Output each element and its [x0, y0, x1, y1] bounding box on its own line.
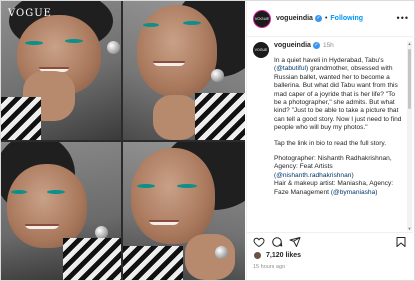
scrollbar[interactable]: ▲ ▼ — [407, 41, 412, 231]
caption-time[interactable]: 15h — [323, 42, 334, 49]
photo-tile-2 — [123, 1, 245, 140]
mention-link[interactable]: (@nishanth.radhakrishnan) — [274, 172, 354, 179]
likes-row: 7,120 likes — [253, 251, 301, 260]
bookmark-icon[interactable] — [395, 236, 407, 248]
verified-icon: ✓ — [312, 41, 320, 49]
comment-icon[interactable] — [271, 236, 283, 248]
post-sidebar: VOGUE vogueindia ✓ • Following ••• VOGUE… — [246, 1, 415, 280]
verified-icon: ✓ — [314, 15, 322, 22]
photo-tile-4 — [123, 142, 245, 280]
action-bar — [247, 232, 415, 248]
likes-count[interactable]: 7,120 likes — [266, 252, 301, 259]
caption-text: In a quiet haveli in Hyderabad, Tabu's (… — [274, 57, 403, 197]
more-icon[interactable]: ••• — [397, 13, 409, 23]
smile-shape — [25, 224, 59, 229]
face-shape — [137, 5, 217, 97]
scrollbar-thumb[interactable] — [408, 49, 411, 109]
header-username[interactable]: vogueindia — [276, 15, 313, 22]
eyeliner-shape — [47, 190, 65, 194]
eyeliner-shape — [183, 21, 201, 25]
caption-header: VOGUE vogueindia ✓ 15h — [253, 41, 403, 58]
caption-area: VOGUE vogueindia ✓ 15h In a quiet haveli i… — [253, 41, 403, 231]
liker-avatar[interactable] — [253, 251, 262, 260]
mention-link[interactable]: (@tabutiful) — [274, 65, 308, 72]
heart-icon[interactable] — [253, 236, 265, 248]
caption-text-1b: grandmother, obsessed with Russian balle… — [274, 65, 402, 132]
caption-text-3a: Photographer: Nishanth Radhakrishnan, Ag… — [274, 155, 392, 171]
caption-text-2: Tap the link in bio to read the full sto… — [274, 139, 387, 147]
earring-shape — [107, 41, 120, 54]
vogue-logo: VOGUE — [8, 8, 52, 19]
sweater-shape — [123, 246, 183, 280]
scroll-down-icon[interactable]: ▼ — [407, 226, 412, 231]
sweater-shape — [1, 97, 41, 140]
avatar[interactable]: VOGUE — [253, 9, 271, 28]
eyeliner-shape — [25, 41, 43, 45]
hand-shape — [153, 95, 199, 140]
earring-shape — [211, 69, 224, 82]
hand-shape — [185, 234, 235, 280]
sweater-shape — [195, 93, 245, 140]
eyeliner-shape — [143, 23, 159, 27]
following-button[interactable]: Following — [330, 15, 363, 22]
post-image[interactable]: VOGUE — [1, 1, 245, 280]
smile-shape — [149, 220, 179, 225]
post-timestamp[interactable]: 15 hours ago — [253, 264, 285, 270]
photo-tile-1 — [1, 1, 121, 140]
sweater-shape — [63, 238, 121, 280]
post-header: VOGUE vogueindia ✓ • Following ••• — [247, 1, 415, 37]
smile-shape — [153, 61, 185, 66]
caption-text-1a: In a quiet haveli in Hyderabad, Tabu's — [274, 57, 384, 64]
photo-tile-3 — [1, 142, 121, 280]
eyeliner-shape — [11, 190, 27, 194]
separator-dot: • — [324, 15, 328, 22]
eyeliner-shape — [65, 39, 83, 43]
face-shape — [131, 148, 215, 244]
eyeliner-shape — [137, 184, 155, 188]
caption-avatar[interactable]: VOGUE — [253, 42, 269, 58]
caption-username[interactable]: vogueindia — [274, 42, 311, 49]
eyeliner-shape — [177, 184, 197, 188]
share-icon[interactable] — [289, 236, 301, 248]
mention-link[interactable]: (@bymaniasha) — [331, 189, 378, 196]
scroll-up-icon[interactable]: ▲ — [407, 41, 412, 46]
face-shape — [7, 164, 87, 248]
earring-shape — [215, 246, 228, 259]
